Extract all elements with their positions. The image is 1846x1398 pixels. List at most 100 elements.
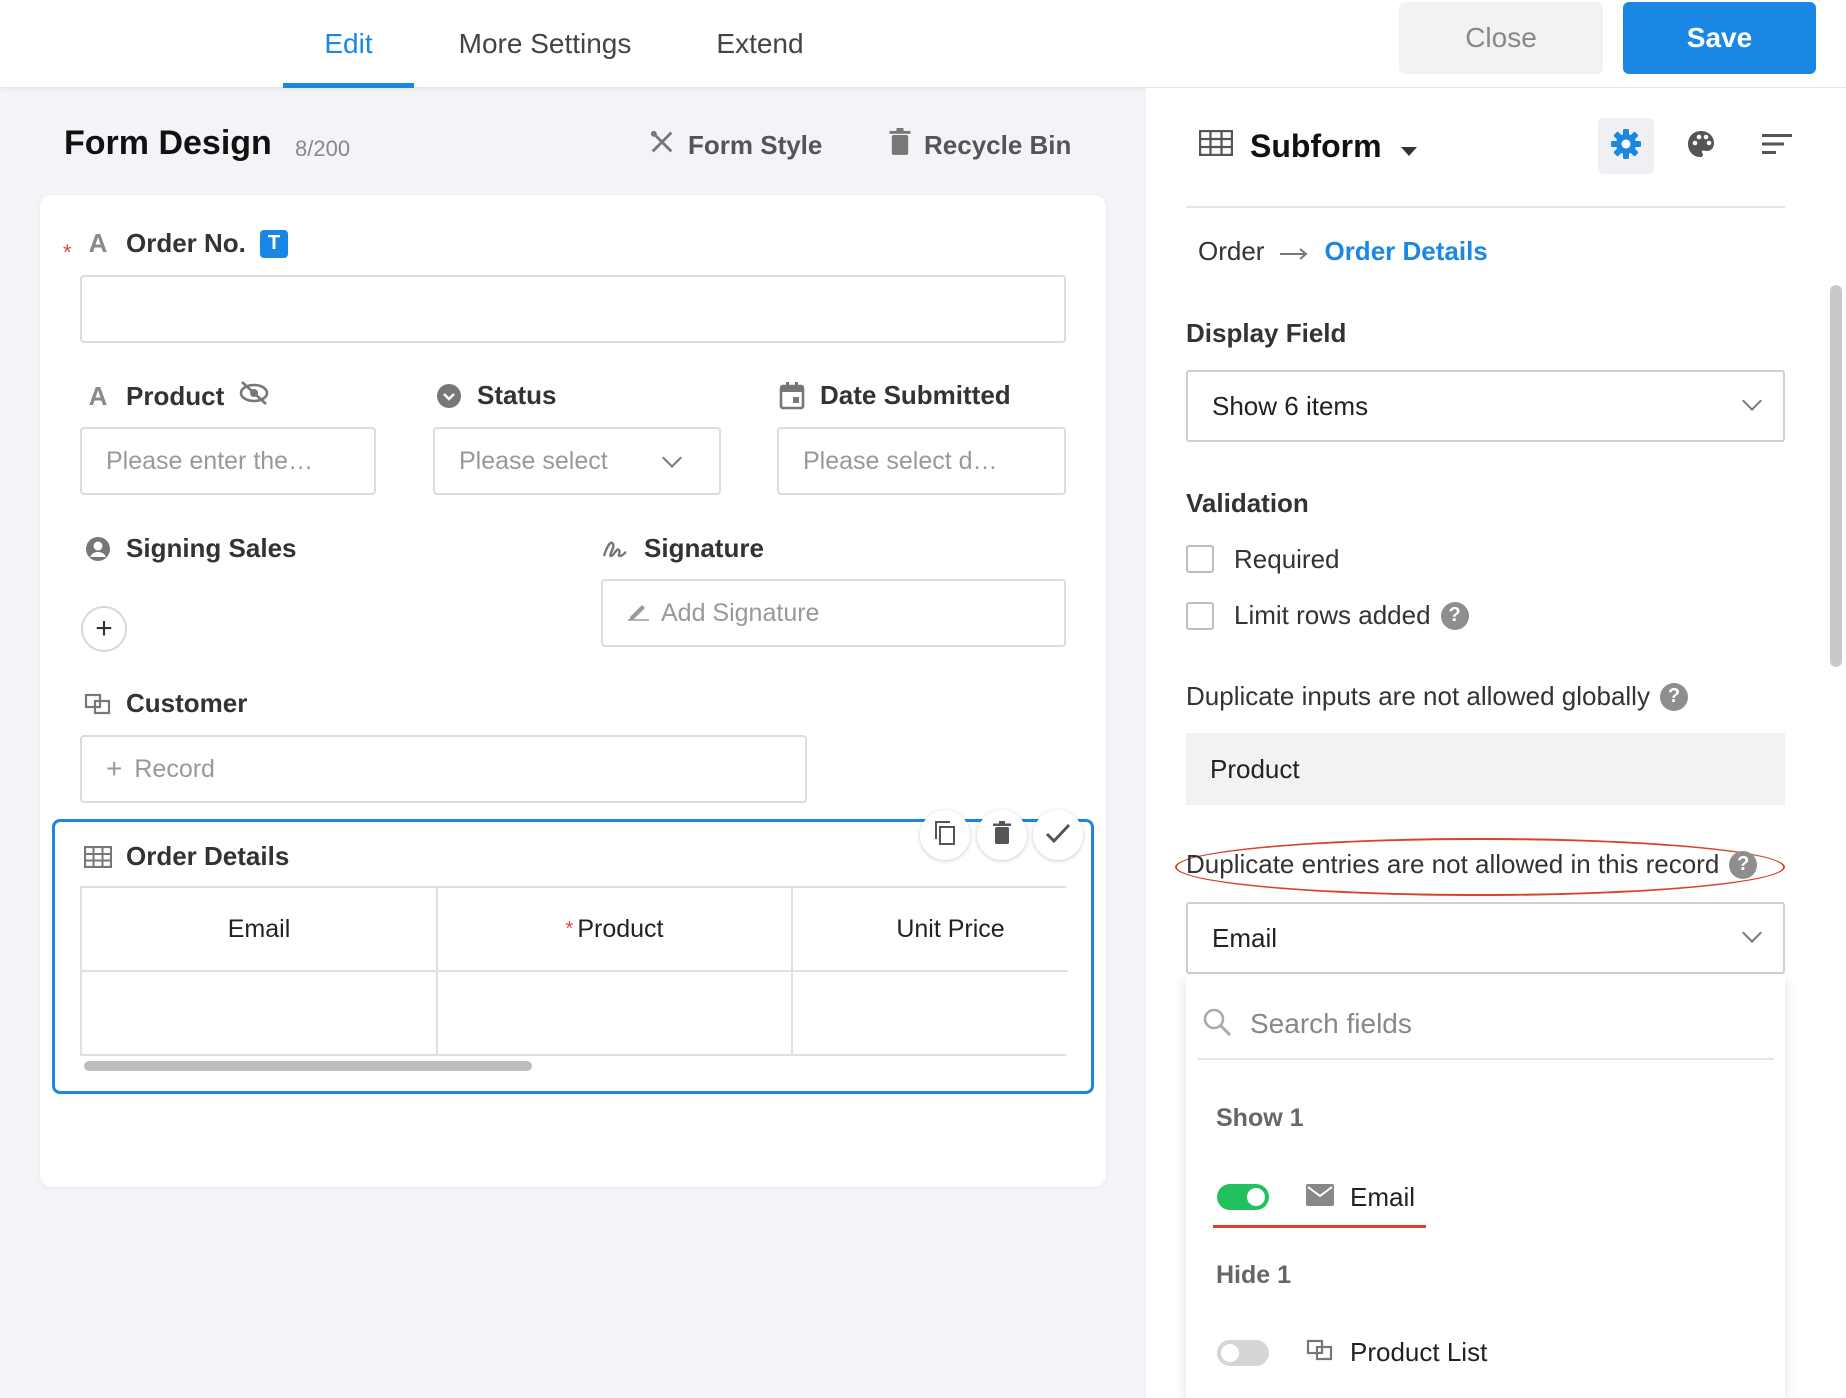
list-item[interactable]: Email — [1306, 1182, 1415, 1213]
style-tab[interactable] — [1673, 118, 1729, 174]
align-left-icon — [1762, 132, 1792, 161]
field-label-order-details: Order Details — [84, 841, 289, 872]
date-submitted-input[interactable]: Please select d… — [777, 427, 1066, 495]
search-icon — [1201, 1006, 1233, 1043]
vertical-scrollbar[interactable] — [1830, 285, 1842, 667]
search-fields-input[interactable]: Search fields — [1198, 990, 1774, 1060]
chevron-down-icon — [1742, 923, 1762, 943]
dup-global-option: Duplicate inputs are not allowed globall… — [1186, 681, 1688, 712]
chevron-circle-icon — [435, 383, 463, 409]
column-header-email[interactable]: Email — [82, 888, 438, 972]
text-field-icon: A — [88, 381, 108, 411]
check-icon — [1045, 822, 1071, 849]
field-label-product: A Product — [84, 380, 270, 413]
dup-record-select[interactable]: Email — [1186, 902, 1785, 974]
copy-button[interactable] — [920, 810, 970, 860]
dup-record-option: Duplicate entries are not allowed in thi… — [1186, 849, 1758, 880]
tab-extend[interactable]: Extend — [695, 0, 825, 88]
validation-label: Validation — [1186, 488, 1309, 518]
user-icon — [84, 536, 112, 562]
add-member-button[interactable]: + — [81, 606, 127, 652]
column-header-unit-price[interactable]: Unit Price — [793, 888, 1068, 972]
palette-icon — [1686, 129, 1716, 164]
limit-rows-option: Limit rows added ? — [1234, 600, 1469, 631]
table-cell — [82, 972, 438, 1056]
gear-icon — [1610, 128, 1642, 165]
annotation-underline — [1213, 1225, 1426, 1228]
trash-icon — [888, 128, 912, 163]
linked-record-icon — [1306, 1337, 1334, 1368]
field-count: 8/200 — [295, 136, 351, 161]
tab-more-settings[interactable]: More Settings — [440, 0, 650, 88]
limit-rows-checkbox[interactable] — [1186, 602, 1214, 630]
horizontal-scrollbar[interactable] — [84, 1061, 532, 1071]
field-label-customer: Customer — [84, 688, 247, 719]
status-select[interactable]: Please select — [433, 427, 721, 495]
tab-edit[interactable]: Edit — [283, 0, 414, 88]
chevron-down-icon — [662, 448, 682, 468]
confirm-button[interactable] — [1033, 810, 1083, 860]
form-style-link[interactable]: Form Style — [648, 128, 822, 163]
caret-down-icon — [1400, 128, 1418, 165]
required-asterisk: * — [63, 240, 72, 265]
required-asterisk: * — [565, 917, 574, 940]
email-visibility-toggle[interactable] — [1217, 1184, 1269, 1210]
hide-group-label: Hide 1 — [1216, 1261, 1292, 1289]
active-tab-indicator — [283, 83, 414, 88]
copy-icon — [933, 820, 957, 851]
panel-divider — [1186, 200, 1785, 208]
eye-off-icon — [238, 380, 270, 413]
save-button[interactable]: Save — [1623, 2, 1816, 74]
add-signature-button[interactable]: Add Signature — [601, 579, 1066, 647]
table-icon — [1198, 129, 1234, 161]
linked-record-icon — [84, 693, 112, 715]
close-button[interactable]: Close — [1399, 2, 1603, 74]
table-cell — [793, 972, 1068, 1056]
field-label-signature: Signature — [602, 533, 764, 564]
dup-global-field[interactable]: Product — [1186, 733, 1785, 805]
subform-table: Email * Product Unit Price — [80, 886, 1068, 1056]
relation-target-link[interactable]: Order Details — [1324, 236, 1487, 267]
plus-icon: + — [106, 753, 123, 784]
layout-tab[interactable] — [1749, 118, 1805, 174]
relation-breadcrumb: Order Order Details — [1198, 236, 1488, 267]
brush-ruler-icon — [648, 128, 676, 163]
top-bar: Edit More Settings Extend Close Save — [0, 0, 1846, 88]
delete-button[interactable] — [977, 810, 1027, 860]
show-group-label: Show 1 — [1216, 1104, 1304, 1132]
display-field-label: Display Field — [1186, 318, 1347, 348]
order-no-input[interactable] — [80, 275, 1066, 343]
product-input[interactable]: Please enter the… — [80, 427, 376, 495]
add-record-button[interactable]: + Record — [80, 735, 807, 803]
product-list-visibility-toggle[interactable] — [1217, 1340, 1269, 1366]
calendar-icon — [778, 381, 806, 410]
arrow-right-icon — [1280, 236, 1309, 267]
help-icon[interactable]: ? — [1440, 601, 1469, 630]
text-field-icon: A — [88, 228, 108, 258]
required-checkbox[interactable] — [1186, 545, 1214, 573]
page-title: Form Design — [64, 124, 272, 162]
chevron-down-icon — [1742, 391, 1762, 411]
field-label-status: Status — [435, 380, 556, 411]
help-icon[interactable]: ? — [1729, 850, 1758, 879]
signature-icon — [602, 536, 630, 562]
settings-tab[interactable] — [1598, 118, 1654, 174]
table-cell — [438, 972, 793, 1056]
mail-icon — [1306, 1182, 1334, 1213]
trash-icon — [992, 820, 1012, 850]
display-field-select[interactable]: Show 6 items — [1186, 370, 1785, 442]
pen-icon — [627, 599, 651, 628]
help-icon[interactable]: ? — [1659, 682, 1688, 711]
field-label-date-submitted: Date Submitted — [778, 380, 1011, 411]
title-badge: T — [259, 229, 288, 258]
toggle-knob — [1221, 1344, 1239, 1362]
field-type-selector[interactable]: Subform — [1250, 128, 1418, 165]
required-option-label: Required — [1234, 544, 1340, 574]
toggle-knob — [1247, 1188, 1265, 1206]
recycle-bin-link[interactable]: Recycle Bin — [888, 128, 1071, 163]
column-header-product[interactable]: * Product — [438, 888, 793, 972]
field-label-order-no: A Order No. T — [84, 228, 288, 259]
field-label-signing-sales: Signing Sales — [84, 533, 297, 564]
table-icon — [84, 845, 112, 868]
list-item[interactable]: Product List — [1306, 1337, 1487, 1368]
